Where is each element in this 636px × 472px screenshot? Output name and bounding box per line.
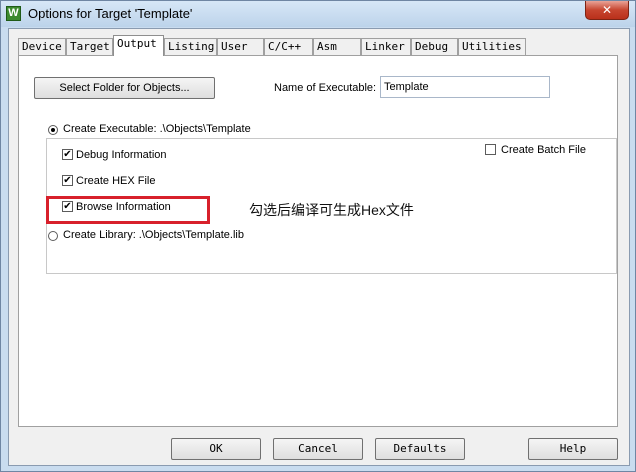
tab-utilities[interactable]: Utilities [458, 38, 526, 55]
defaults-button[interactable]: Defaults [375, 438, 465, 460]
window-title: Options for Target 'Template' [28, 6, 193, 21]
create-hex-file-checkbox[interactable]: ✔ [62, 175, 73, 186]
highlight-box [46, 196, 210, 224]
options-dialog: W Options for Target 'Template' ✕ Device… [0, 0, 636, 472]
create-library-label: Create Library: .\Objects\Template.lib [63, 229, 244, 241]
cancel-button[interactable]: Cancel [273, 438, 363, 460]
tab-debug[interactable]: Debug [411, 38, 458, 55]
debug-information-label: Debug Information [76, 149, 167, 161]
close-button[interactable]: ✕ [585, 1, 629, 20]
create-batch-file-label: Create Batch File [501, 144, 586, 156]
create-executable-label: Create Executable: .\Objects\Template [63, 123, 251, 135]
tab-device[interactable]: Device [18, 38, 66, 55]
output-tab-page: Select Folder for Objects... Name of Exe… [18, 55, 618, 427]
tab-listing[interactable]: Listing [164, 38, 217, 55]
dialog-client-area: Device Target Output Listing User C/C++ … [8, 28, 630, 466]
keil-uvision-icon: W [6, 6, 21, 21]
tab-target[interactable]: Target [66, 38, 113, 55]
debug-information-checkbox[interactable]: ✔ [62, 149, 73, 160]
help-button[interactable]: Help [528, 438, 618, 460]
tab-linker[interactable]: Linker [361, 38, 411, 55]
create-executable-radio[interactable] [48, 125, 58, 135]
tab-c-cpp[interactable]: C/C++ [264, 38, 313, 55]
create-hex-file-label: Create HEX File [76, 175, 156, 187]
tab-user[interactable]: User [217, 38, 264, 55]
tab-output[interactable]: Output [113, 35, 164, 56]
create-batch-file-checkbox[interactable] [485, 144, 496, 155]
title-bar[interactable]: W Options for Target 'Template' ✕ [1, 1, 635, 27]
annotation-text: 勾选后编译可生成Hex文件 [249, 202, 414, 218]
select-folder-button[interactable]: Select Folder for Objects... [34, 77, 215, 99]
name-of-executable-input[interactable]: Template [380, 76, 550, 98]
tab-asm[interactable]: Asm [313, 38, 361, 55]
name-of-executable-label: Name of Executable: [274, 82, 377, 94]
ok-button[interactable]: OK [171, 438, 261, 460]
create-library-radio[interactable] [48, 231, 58, 241]
